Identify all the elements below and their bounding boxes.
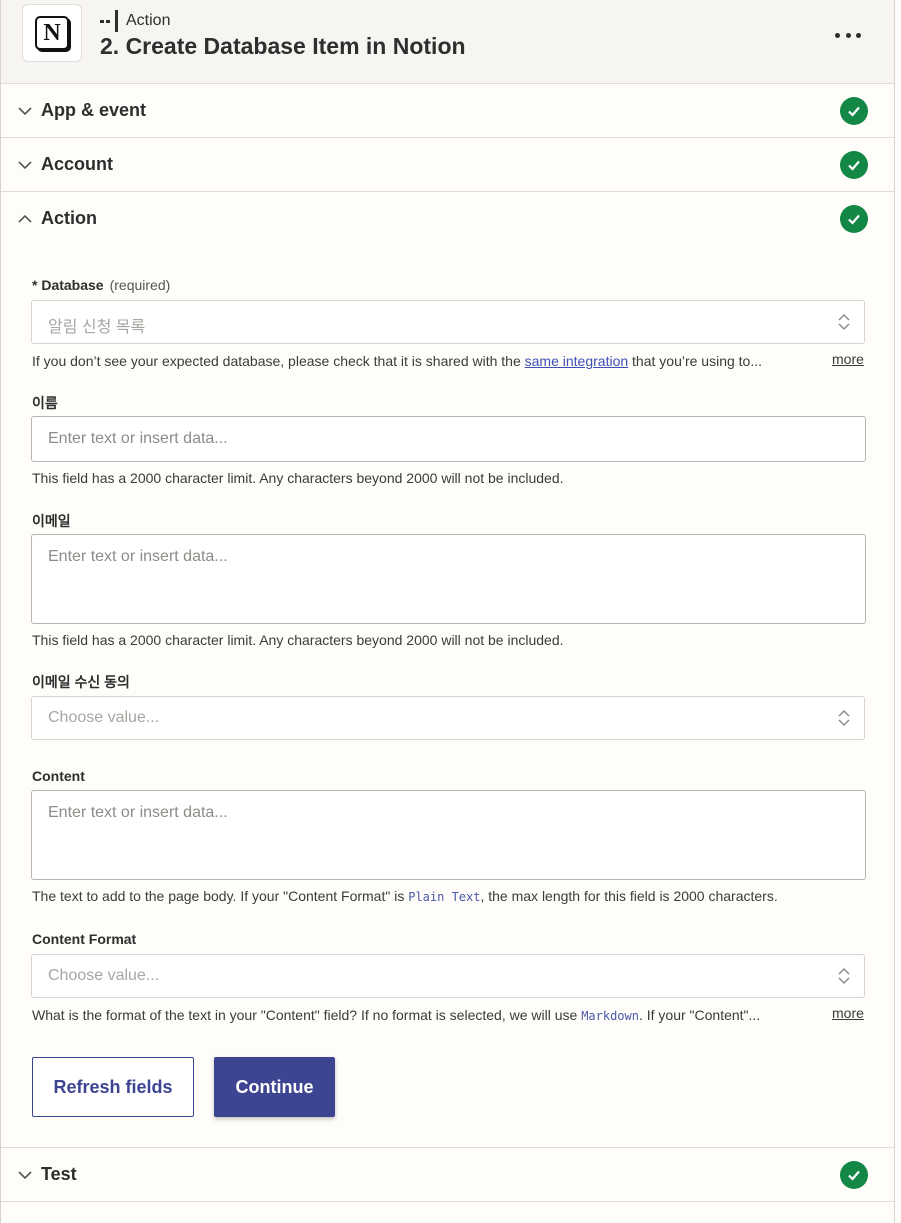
section-label: App & event	[41, 100, 147, 120]
section-label: Account	[41, 154, 113, 174]
step-editor-panel: N Action 2. Create Database Item in Noti…	[0, 0, 895, 1223]
check-circle-icon	[840, 1161, 868, 1189]
content-format-help: What is the format of the text in your "…	[32, 1007, 761, 1023]
database-more-link[interactable]: more	[832, 351, 864, 367]
notion-logo: N	[35, 16, 69, 50]
database-select[interactable]: 알림 신청 목록	[31, 300, 865, 344]
chevron-down-icon	[18, 1171, 32, 1180]
content-format-more-link[interactable]: more	[832, 1005, 864, 1021]
consent-label: 이메일 수신 동의	[32, 674, 130, 690]
more-options-icon[interactable]	[835, 24, 861, 46]
check-circle-icon	[840, 97, 868, 125]
check-circle-icon	[840, 151, 868, 179]
step-header: N Action 2. Create Database Item in Noti…	[1, 0, 894, 84]
email-help: This field has a 2000 character limit. A…	[32, 632, 564, 648]
refresh-fields-button[interactable]: Refresh fields	[32, 1057, 194, 1117]
markdown-code: Markdown	[581, 1009, 639, 1023]
email-input[interactable]: Enter text or insert data...	[31, 534, 866, 624]
chevron-down-icon	[18, 161, 32, 170]
step-kind-label: Action	[126, 12, 171, 29]
check-circle-icon	[840, 205, 868, 233]
content-input[interactable]: Enter text or insert data...	[31, 790, 866, 880]
section-account[interactable]: Account	[1, 138, 894, 192]
database-value: 알림 신청 목록	[48, 319, 146, 336]
continue-button[interactable]: Continue	[214, 1057, 335, 1117]
name-label: 이름	[32, 395, 58, 411]
consent-placeholder: Choose value...	[48, 709, 160, 726]
content-format-placeholder: Choose value...	[48, 967, 160, 984]
consent-select[interactable]: Choose value...	[31, 696, 865, 740]
content-label: Content	[32, 768, 85, 784]
plain-text-code: Plain Text	[408, 890, 481, 904]
name-placeholder: Enter text or insert data...	[48, 430, 228, 447]
section-app-event[interactable]: App & event	[1, 84, 894, 138]
section-label: Action	[41, 208, 97, 228]
chevron-up-icon	[18, 214, 32, 223]
step-kind-icon	[100, 10, 118, 32]
section-test[interactable]: Test	[1, 1147, 894, 1202]
content-format-label: Content Format	[32, 931, 137, 947]
content-placeholder: Enter text or insert data...	[48, 804, 228, 821]
step-kind: Action	[100, 10, 170, 32]
section-label: Test	[41, 1164, 77, 1184]
email-placeholder: Enter text or insert data...	[48, 548, 228, 565]
name-input[interactable]: Enter text or insert data...	[31, 416, 866, 462]
updown-chevron-icon	[838, 313, 850, 331]
step-title[interactable]: 2. Create Database Item in Notion	[100, 33, 466, 60]
notion-app-icon: N	[22, 4, 82, 62]
content-format-select[interactable]: Choose value...	[31, 954, 865, 998]
database-label: * Database (required)	[32, 277, 171, 293]
section-action[interactable]: Action	[1, 192, 894, 246]
same-integration-link[interactable]: same integration	[525, 353, 629, 369]
name-help: This field has a 2000 character limit. A…	[32, 470, 564, 486]
content-help: The text to add to the page body. If you…	[32, 888, 778, 904]
email-label: 이메일	[32, 513, 71, 529]
updown-chevron-icon	[838, 967, 850, 985]
updown-chevron-icon	[838, 709, 850, 727]
chevron-down-icon	[18, 107, 32, 116]
database-help: If you don’t see your expected database,…	[32, 353, 763, 369]
